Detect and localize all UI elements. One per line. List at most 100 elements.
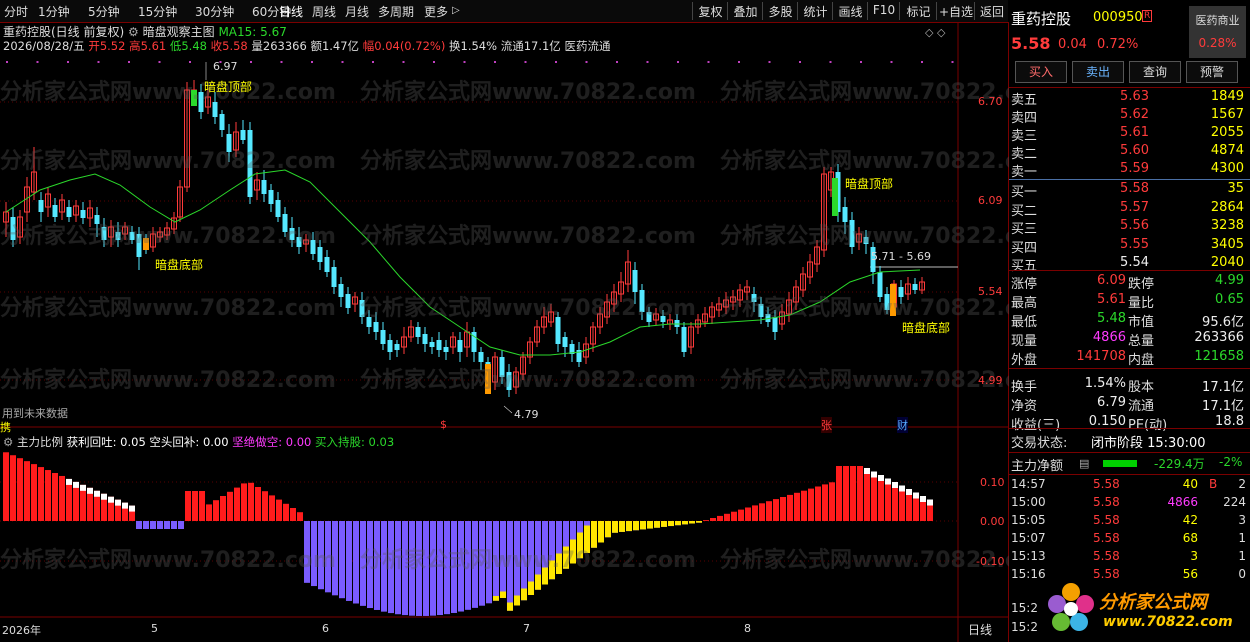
ask-label: 卖四 bbox=[1011, 111, 1038, 126]
sub-bar-yellow bbox=[696, 521, 702, 523]
signal-dot bbox=[890, 61, 893, 63]
sub-bar-negative bbox=[157, 521, 163, 529]
period-tab-daily[interactable]: 日线 bbox=[279, 3, 303, 20]
period-tab-5min[interactable]: 5分钟 bbox=[88, 3, 120, 20]
bid-row[interactable]: 买三 5.56 3238 bbox=[1009, 218, 1250, 237]
stat-value: 4.99 bbox=[1215, 273, 1244, 288]
period-tab-monthly[interactable]: 月线 bbox=[345, 3, 369, 20]
signal-dot bbox=[6, 61, 8, 63]
flower-logo-icon bbox=[1048, 583, 1094, 631]
candle-body bbox=[506, 372, 512, 390]
sub-bar-positive bbox=[745, 507, 751, 521]
tick-price: 5.58 bbox=[1093, 513, 1120, 527]
ask-row[interactable]: 卖四 5.62 1567 bbox=[1009, 107, 1250, 126]
bid-row[interactable]: 买二 5.57 2864 bbox=[1009, 200, 1250, 219]
event-marker[interactable]: $ bbox=[440, 418, 447, 431]
ask-row[interactable]: 卖二 5.60 4874 bbox=[1009, 143, 1250, 162]
stat-label: PE(动) bbox=[1128, 418, 1168, 433]
sub-bar-yellow bbox=[661, 521, 667, 527]
candle-body bbox=[772, 317, 778, 332]
label-top-2: 暗盘顶部 bbox=[845, 177, 894, 191]
overlay-button[interactable]: 叠加 bbox=[727, 2, 763, 20]
net-flow-label: 主力净额 bbox=[1011, 459, 1064, 474]
period-tab-intraday[interactable]: 分时 bbox=[4, 3, 28, 20]
sub-bar-cap bbox=[927, 499, 933, 506]
sector-badge[interactable]: 医药商业 0.28% bbox=[1189, 6, 1246, 58]
signal-dot bbox=[433, 61, 435, 63]
multi-stock-button[interactable]: 多股 bbox=[762, 2, 798, 20]
ask-row[interactable]: 卖五 5.63 1849 bbox=[1009, 89, 1250, 108]
event-marker[interactable]: 张 bbox=[821, 417, 832, 433]
signal-candle-top bbox=[832, 178, 838, 216]
period-tab-15min[interactable]: 15分钟 bbox=[138, 3, 177, 20]
sub-bar-cap bbox=[122, 502, 128, 509]
candle-body bbox=[345, 294, 351, 308]
buy-button[interactable]: 买入 bbox=[1015, 61, 1067, 83]
date-label: 2026年 bbox=[2, 624, 41, 637]
bid-row[interactable]: 买五 5.54 2040 bbox=[1009, 255, 1250, 274]
f10-button[interactable]: F10 bbox=[867, 2, 900, 20]
label-bottom-1: 暗盘底部 bbox=[155, 258, 204, 272]
signal-dot bbox=[402, 61, 405, 63]
back-button[interactable]: 返回 bbox=[974, 2, 1009, 20]
period-tab-1min[interactable]: 1分钟 bbox=[38, 3, 70, 20]
divider bbox=[1009, 428, 1250, 429]
query-button[interactable]: 查询 bbox=[1129, 61, 1181, 83]
add-watchlist-button[interactable]: +自选 bbox=[936, 2, 975, 20]
sub-chart-title[interactable]: 主力比例 bbox=[17, 435, 63, 449]
period-tab-30min[interactable]: 30分钟 bbox=[195, 3, 234, 20]
stat-value: 17.1亿 bbox=[1202, 399, 1244, 414]
signal-dot bbox=[646, 61, 649, 63]
stat-label: 市值 bbox=[1128, 315, 1155, 330]
stat-label: 收益(三) bbox=[1011, 418, 1061, 433]
ask-label: 卖二 bbox=[1011, 147, 1038, 162]
alert-button[interactable]: 预警 bbox=[1186, 61, 1238, 83]
period-tab-weekly[interactable]: 周线 bbox=[312, 3, 336, 20]
candle-body bbox=[226, 134, 232, 152]
ask-price: 5.59 bbox=[1120, 161, 1149, 176]
draw-button[interactable]: 画线 bbox=[832, 2, 868, 20]
candle-body bbox=[101, 227, 107, 240]
sub-bar-negative bbox=[416, 521, 422, 616]
list-icon[interactable]: ▤ bbox=[1079, 457, 1089, 470]
signal-dot bbox=[738, 61, 740, 63]
candle-body bbox=[261, 180, 267, 194]
sub-bar-yellow bbox=[507, 602, 513, 611]
candle-body bbox=[884, 294, 890, 310]
stat-row: 换手 1.54% 股本 17.1亿 bbox=[1009, 376, 1250, 395]
candle-body bbox=[429, 342, 435, 347]
event-marker[interactable]: 财 bbox=[897, 417, 908, 433]
tick-row: 15:05 5.58 42 3 bbox=[1009, 513, 1250, 531]
sub-bar-negative bbox=[521, 521, 527, 601]
ask-row[interactable]: 卖三 5.61 2055 bbox=[1009, 125, 1250, 144]
tick-price: 5.58 bbox=[1093, 531, 1120, 545]
sub-bar-positive bbox=[290, 508, 296, 521]
candle-body bbox=[289, 228, 295, 240]
sector-name: 医药商业 bbox=[1195, 14, 1240, 27]
period-tab-more[interactable]: 更多 bbox=[424, 3, 448, 20]
ask-row[interactable]: 卖一 5.59 4300 bbox=[1009, 161, 1250, 180]
adjust-button[interactable]: 复权 bbox=[692, 2, 728, 20]
period-tab-multi[interactable]: 多周期 bbox=[378, 3, 414, 20]
stats-button[interactable]: 统计 bbox=[797, 2, 833, 20]
sell-button[interactable]: 卖出 bbox=[1072, 61, 1124, 83]
bid-row[interactable]: 买一 5.58 35 bbox=[1009, 181, 1250, 200]
signal-dot bbox=[494, 61, 496, 63]
ask-price: 5.62 bbox=[1120, 107, 1149, 122]
bid-row[interactable]: 买四 5.55 3405 bbox=[1009, 237, 1250, 256]
left-marker: 携 bbox=[0, 421, 11, 434]
divider bbox=[1009, 87, 1250, 88]
stat-value: 5.61 bbox=[1097, 292, 1126, 307]
period-indicator[interactable]: 日线 bbox=[968, 621, 992, 638]
tick-row: 14:57 5.58 40 B 2 bbox=[1009, 477, 1250, 495]
mark-button[interactable]: 标记 bbox=[899, 2, 937, 20]
sub-bar-negative bbox=[178, 521, 184, 529]
ask-volume: 4300 bbox=[1210, 161, 1244, 176]
sub-bar-cap bbox=[87, 487, 93, 494]
sub-bar-yellow bbox=[647, 521, 653, 529]
bid-price: 5.55 bbox=[1120, 236, 1149, 252]
sub-settings-icon[interactable]: ⚙ bbox=[3, 435, 13, 449]
chart-area[interactable]: 重药控股(日线 前复权) ⚙ 暗盘观察主图 MA15: 5.67 2026/08… bbox=[0, 22, 1056, 642]
chevron-right-icon[interactable]: ▷ bbox=[452, 5, 460, 16]
candle-body bbox=[212, 102, 218, 117]
